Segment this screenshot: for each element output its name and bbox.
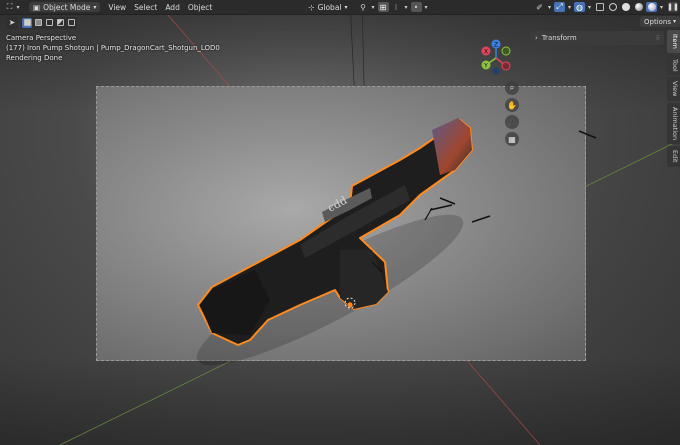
part-marker [471,215,491,223]
rendered-shading-icon[interactable] [646,2,657,12]
object-info: (177) Iron Pump Shotgun | Pump_DragonCar… [6,44,220,52]
navigation-buttons: ⌕ ✋ 🎥 ▦ [505,81,519,146]
menu-add[interactable]: Add [161,0,184,14]
orientation-label: Global [317,2,342,12]
snap-target-icon[interactable]: ⁝ [391,2,402,12]
menu-label: View [108,2,127,12]
visibility-icon[interactable]: ✐ [534,2,545,12]
wireframe-shading-icon[interactable] [607,2,618,12]
wireframe-circle [608,3,617,11]
tool-settings-row: ➤ [6,16,77,29]
zoom-icon[interactable]: ⌕ [505,81,519,95]
viewport-header: ⛶ ▾ ▣ Object Mode ▾ View Select Add Obje… [0,0,680,15]
render-status: Rendering Done [6,54,63,62]
tab-animation[interactable]: Animation [667,102,680,145]
perspective-toggle-icon[interactable]: ▦ [505,132,519,146]
gizmo-neg-y [501,46,511,56]
tab-tool[interactable]: Tool [667,54,680,76]
3d-viewport[interactable]: ϵdd [0,0,680,445]
chevron-down-icon: ▾ [344,3,348,11]
tab-view[interactable]: View [667,77,680,101]
tab-item[interactable]: Item [667,30,680,53]
material-circle [634,3,643,11]
rendered-circle [647,3,656,11]
gizmo-neg-z [492,67,500,75]
select-cursor-icon[interactable]: ➤ [6,16,18,29]
editor-type-icon: ⛶ [6,2,13,11]
chevron-down-icon: ▾ [673,18,677,25]
transform-panel-header[interactable]: › Transform ⠿ [530,31,664,45]
chevron-down-icon: ▾ [371,3,375,11]
proportional-edit-icon[interactable]: • [410,2,422,12]
pivot-icon[interactable]: ⚲ [358,2,369,12]
viewport-info: Camera Perspective (177) Iron Pump Shotg… [6,33,220,63]
chevron-down-icon: ▾ [16,3,20,11]
solid-circle [621,3,630,11]
shotgun-model[interactable]: ϵdd [0,0,680,445]
svg-text:Y: Y [483,63,488,70]
chevron-down-icon: ▾ [567,3,571,11]
chevron-down-icon: ▾ [404,3,408,11]
editor-type-button[interactable]: ⛶ ▾ [0,0,25,14]
intersect-selection-square [67,19,75,26]
options-dropdown[interactable]: Options ▾ [640,16,680,27]
part-marker [578,130,597,139]
new-selection-icon[interactable] [22,17,32,28]
menu-label: Add [165,2,180,12]
options-label: Options [644,17,672,26]
new-selection-square [23,19,31,26]
svg-text:Z: Z [494,42,498,49]
solid-shading-icon[interactable] [620,2,631,12]
camera-view-icon[interactable]: 🎥 [505,115,519,129]
pause-render-button[interactable]: ❚❚ [667,2,679,12]
intersect-selection-icon[interactable] [66,18,76,28]
gizmo-neg-x [501,61,511,71]
part-marker [429,204,453,211]
invert-selection-icon[interactable] [55,18,65,28]
chevron-down-icon: ▾ [424,3,428,11]
part-marker [439,197,456,205]
menu-label: Select [134,2,158,12]
chevron-down-icon: ▾ [547,3,551,11]
chevron-right-icon: › [535,34,538,42]
chevron-down-icon: ▾ [93,3,97,11]
subtract-selection-square [45,19,53,26]
pause-icon: ❚❚ [667,3,679,11]
navigation-gizmo[interactable]: Z X Y [476,38,516,78]
extend-selection-square [34,19,42,26]
orientation-icon: ⊹ [308,2,315,12]
svg-text:X: X [484,49,488,56]
extend-selection-icon[interactable] [33,18,43,28]
orientation-dropdown[interactable]: ⊹ Global ▾ [304,2,351,12]
view-name: Camera Perspective [6,34,77,42]
sidebar-tabs: Item Tool View Animation Edit [667,30,680,167]
invert-selection-square [56,19,64,26]
object-mode-icon: ▣ [33,2,41,12]
snap-icon[interactable]: ⊞ [377,2,389,12]
menu-label: Object [187,2,213,12]
overlay-icon[interactable]: ◍ [574,2,585,12]
mode-label: Object Mode [43,2,91,12]
selection-modes [21,16,77,29]
pan-hand-icon[interactable]: ✋ [505,98,519,112]
xray-icon[interactable] [594,2,605,12]
tab-edit[interactable]: Edit [667,146,680,167]
drag-handle-icon[interactable]: ⠿ [656,35,661,42]
chevron-down-icon: ▾ [587,3,591,11]
chevron-down-icon: ▾ [659,3,663,11]
material-shading-icon[interactable] [633,2,644,12]
panel-title: Transform [541,34,577,42]
menu-view[interactable]: View [104,0,130,14]
mode-dropdown[interactable]: ▣ Object Mode ▾ [29,2,101,12]
xray-square [595,3,604,11]
menu-object[interactable]: Object [184,0,216,14]
menu-select[interactable]: Select [130,0,161,14]
subtract-selection-icon[interactable] [44,18,54,28]
gizmo-icon[interactable]: ⤢ [554,2,565,12]
